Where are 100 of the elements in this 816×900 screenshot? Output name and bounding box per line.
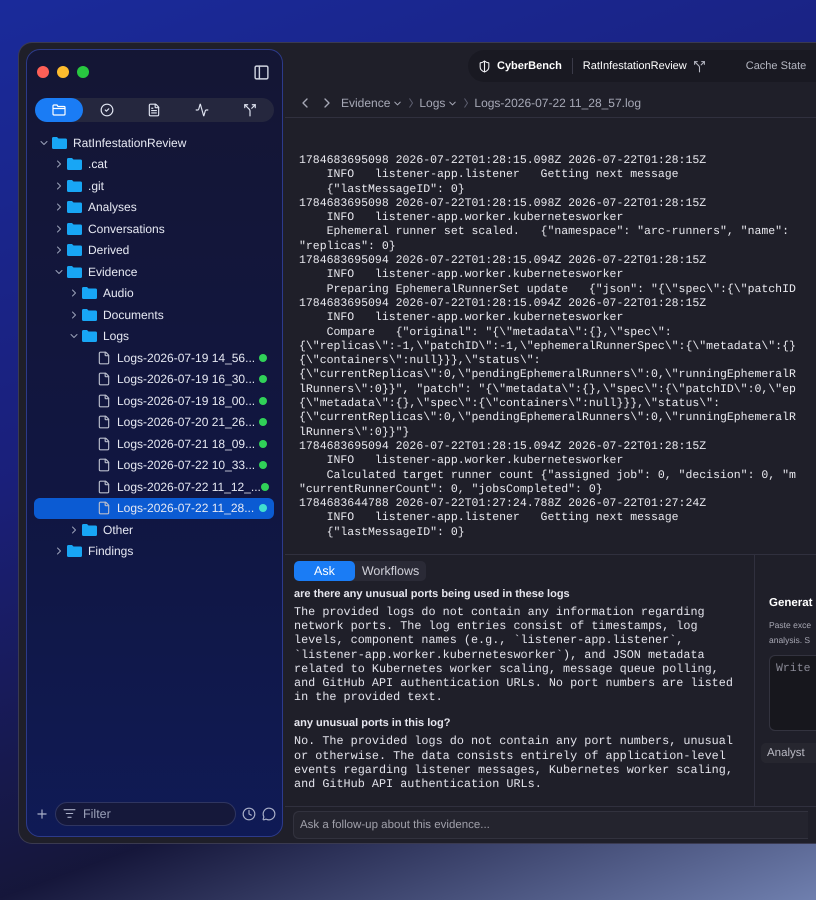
folder-item[interactable]: Logs — [34, 326, 274, 347]
log-line: "replicas": 0} — [299, 240, 397, 254]
folder-icon — [67, 222, 82, 235]
breadcrumb-item[interactable]: Evidence — [341, 96, 404, 110]
log-line: {\"metadata\":{},\"spec\":{\"containers\":null}}},\"status\": — [299, 397, 721, 412]
file-item[interactable]: Logs-2026-07-22 11_28... — [34, 498, 274, 519]
zoom-button[interactable] — [77, 66, 89, 78]
file-icon — [97, 415, 111, 430]
folder-item[interactable]: RatInfestationReview — [34, 132, 274, 154]
folder-icon — [52, 136, 67, 149]
document-icon — [147, 103, 162, 117]
close-button[interactable] — [37, 66, 49, 78]
log-line: INFO listener-app.worker.kubernetesworker — [326, 268, 624, 283]
log-line: 1784683644788 2026-07-22T01:27:24.788Z 2026-07-22T01:27:24Z — [299, 497, 708, 512]
analyst-button[interactable]: Analyst — [761, 743, 816, 763]
folder-icon — [82, 287, 97, 300]
log-line: {\"replicas\":-1,\"patchID\":-1,\"ephemeralRunnerSpec\":{\"metadata\":{} — [299, 340, 797, 354]
folder-item[interactable]: Findings — [34, 540, 274, 562]
log-line: INFO listener-app.worker.kubernetesworker — [326, 311, 624, 326]
separator-icon — [464, 98, 468, 108]
minimize-button[interactable] — [57, 66, 69, 78]
log-line: INFO listener-app.listener Getting next message — [326, 511, 680, 526]
folder-item[interactable]: Derived — [34, 240, 274, 261]
project-name[interactable]: RatInfestationReview — [582, 60, 687, 72]
check-circle-icon — [100, 103, 114, 117]
file-icon — [97, 480, 111, 494]
shield-icon — [478, 60, 491, 72]
log-line: INFO listener-app.listener Getting next message — [326, 168, 680, 183]
folder-icon — [67, 244, 82, 256]
chat-icon[interactable] — [262, 807, 276, 821]
assistant-answer: No. The provided logs do not contain any port numbers, unusual or otherwise. The data consists entirely of application-level events regarding listener messages, Kubernetes worker scaling, and GitHub API authentication URLs. — [294, 734, 734, 792]
file-item[interactable]: Logs-2026-07-19 16_30... — [34, 368, 274, 390]
log-line: Preparing EphemeralRunnerSet update {"json": "{\"spec\":{\"patchID — [326, 282, 797, 297]
notes-field[interactable]: Write — [769, 655, 816, 731]
file-item[interactable]: Logs-2026-07-21 18_09... — [34, 433, 274, 454]
breadcrumb-item[interactable]: Logs — [419, 96, 458, 110]
user-question: any unusual ports in this log? — [294, 717, 452, 730]
assistant-answer: The provided logs do not contain any information regarding network ports. The log entries consist of timestamps, log levels, component names (e.g., `listener-app.listener`, `listener-app.worker.kubernetesworker`), and JSON metadata related to Kubernetes worker scaling, message queue polling, and GitHub API authentication URLs. No port numbers are listed in the provided text. — [294, 605, 734, 704]
sidebar-tab[interactable] — [35, 98, 83, 122]
file-icon — [97, 350, 111, 365]
file-icon — [97, 372, 111, 386]
folder-icon — [67, 201, 82, 214]
log-line: {"lastMessageID": 0} — [326, 182, 466, 197]
folder-item[interactable]: Other — [34, 519, 274, 540]
branch-icon — [243, 103, 258, 117]
log-line: INFO listener-app.worker.kubernetesworker — [326, 454, 624, 469]
log-line: "currentRunnerCount": 0, "jobsCompleted": 0} — [299, 482, 604, 498]
breadcrumb-item[interactable]: Logs-2026-07-22 11_28_57.log — [474, 96, 641, 110]
folder-item[interactable]: .cat — [34, 154, 274, 175]
file-icon — [97, 501, 111, 516]
clock-icon[interactable] — [242, 807, 256, 821]
folder-icon — [67, 158, 82, 170]
folder-icon — [82, 524, 97, 536]
log-line: lRunners\":0}}", "patch": "{\"metadata\":{},\"spec\":{\"patchID\":0,\"ep — [299, 382, 797, 398]
file-icon — [97, 458, 111, 472]
panel-hint: analysis. S — [769, 634, 812, 647]
branch-icon[interactable] — [692, 60, 706, 72]
file-item[interactable]: Logs-2026-07-19 14_56... — [34, 347, 274, 368]
log-line: INFO listener-app.worker.kubernetesworker — [326, 211, 624, 226]
user-question: are there any unusual ports being used in these logs — [294, 588, 571, 600]
cache-status: Cache State — [746, 60, 806, 72]
log-line: {\"currentReplicas\":0,\"pendingEphemeralRunners\":0,\"runningEphemeralR — [299, 411, 797, 426]
file-item[interactable]: Logs-2026-07-22 10_33... — [34, 454, 274, 476]
log-line: Compare {"original": "{\"metadata\":{},\"spec\": — [326, 326, 673, 340]
file-item[interactable]: Logs-2026-07-19 18_00... — [34, 390, 274, 412]
folder-item[interactable]: Audio — [34, 282, 274, 304]
log-line: 1784683695094 2026-07-22T01:28:15.094Z 2026-07-22T01:28:15Z — [299, 440, 708, 454]
folder-icon — [52, 104, 66, 116]
folder-icon — [67, 545, 82, 558]
log-line: lRunners\":0}}"} — [299, 426, 410, 440]
file-item[interactable]: Logs-2026-07-22 11_12_... — [34, 476, 274, 498]
filter-field[interactable]: Filter — [55, 802, 236, 826]
log-line: 1784683695098 2026-07-22T01:28:15.098Z 2026-07-22T01:28:15Z — [299, 154, 708, 168]
follow-up-field[interactable]: Ask a follow-up about this evidence... — [293, 811, 808, 839]
folder-item[interactable]: Conversations — [34, 218, 274, 240]
folder-item[interactable]: Documents — [34, 304, 274, 326]
chat-tab[interactable]: Workflows — [354, 561, 426, 581]
folder-icon — [82, 330, 97, 342]
folder-item[interactable]: Evidence — [34, 261, 274, 282]
chat-tab[interactable]: Ask — [294, 561, 355, 581]
log-line: {"lastMessageID": 0} — [326, 526, 466, 540]
file-item[interactable]: Logs-2026-07-20 21_26... — [34, 412, 274, 433]
log-line: 1784683695094 2026-07-22T01:28:15.094Z 2026-07-22T01:28:15Z — [299, 254, 708, 268]
app-name: CyberBench — [497, 60, 562, 72]
pulse-icon — [195, 103, 210, 117]
folder-item[interactable]: Analyses — [34, 196, 274, 218]
folder-icon — [67, 266, 82, 278]
file-icon — [97, 436, 111, 451]
log-line: {\"currentReplicas\":0,\"pendingEphemeralRunners\":0,\"runningEphemeralR — [299, 368, 797, 383]
log-line: 1784683695094 2026-07-22T01:28:15.094Z 2026-07-22T01:28:15Z — [299, 296, 708, 312]
folder-icon — [67, 180, 82, 192]
log-line: Ephemeral runner set scaled. {"namespace": "arc-runners", "name": — [326, 225, 790, 240]
log-line: 1784683695098 2026-07-22T01:28:15.098Z 2026-07-22T01:28:15Z — [299, 196, 708, 212]
sidebar-toggle-icon[interactable] — [253, 64, 270, 80]
add-icon[interactable] — [35, 807, 49, 821]
log-line: {\"containers\":null}}},\"status\": — [299, 354, 542, 368]
separator-icon — [409, 98, 414, 108]
folder-icon — [82, 308, 97, 321]
filter-icon — [63, 807, 76, 820]
folder-item[interactable]: .git — [34, 175, 274, 196]
